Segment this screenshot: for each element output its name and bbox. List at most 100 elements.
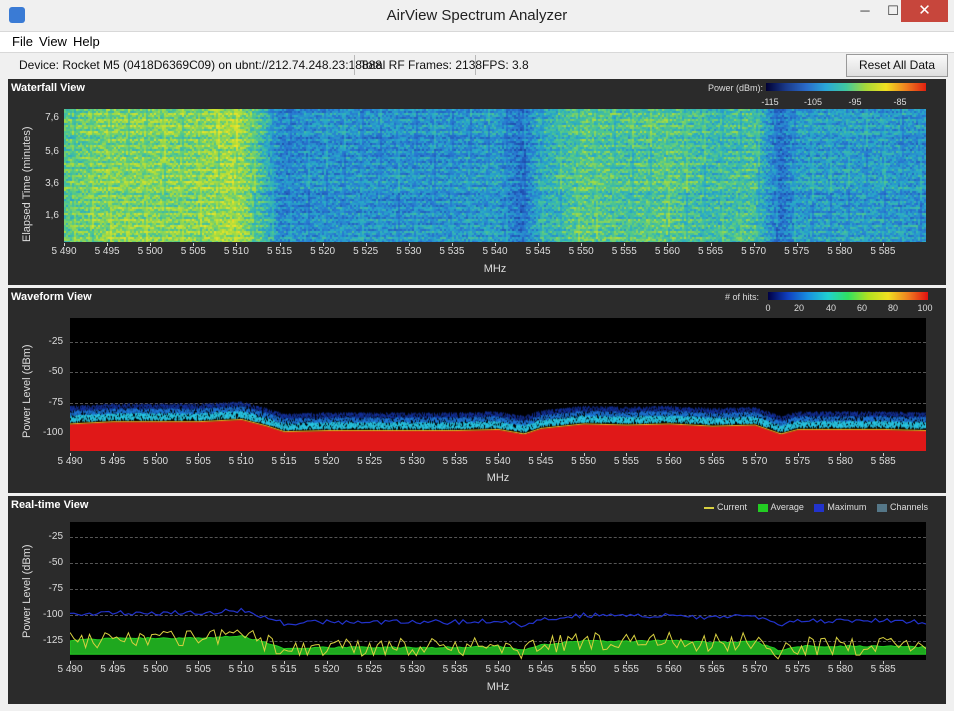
x-tick-mark [412,661,414,664]
x-tick-mark [839,243,841,246]
x-tick: 5 510 [228,456,254,467]
close-button[interactable]: ✕ [901,0,948,22]
x-tick-mark [284,661,285,664]
x-tick-mark [669,661,671,664]
x-tick-mark [882,243,884,246]
y-tick: 1,6 [45,210,59,221]
x-tick: 5 580 [827,664,853,675]
x-tick: 5 495 [100,456,126,467]
power-legend-label: Power (dBm): [708,83,764,93]
x-tick: 5 550 [571,664,597,675]
waveform-panel: Waveform View # of hits: 0 20 40 60 80 1… [8,288,946,493]
waveform-y-label: Power Level (dBm) [21,344,33,438]
y-tick: -75 [48,397,63,408]
realtime-panel: Real-time View Current Average Maximum C… [8,496,946,704]
x-tick-mark [753,243,755,246]
channels-swatch [876,503,887,512]
x-tick: 5 500 [137,246,163,257]
x-tick-mark [279,243,281,246]
x-tick: 5 545 [528,664,554,675]
device-info: Device: Rocket M5 (0418D6369C09) on ubnt… [19,58,382,72]
x-tick-mark [583,661,585,664]
x-tick: 5 555 [613,456,639,467]
x-tick: 5 575 [785,456,811,467]
status-divider [354,55,355,75]
x-tick-mark [840,453,842,456]
x-tick-mark [112,661,114,664]
legend-maximum: Maximum [827,502,867,512]
y-tick: 7,6 [45,112,59,123]
realtime-title: Real-time View [11,499,89,511]
x-tick-mark [241,661,243,664]
x-tick-mark [669,453,671,456]
waveform-plot[interactable] [70,318,926,451]
x-tick: 5 535 [442,456,468,467]
y-tick: -25 [48,531,63,542]
x-tick-mark [70,661,71,664]
x-tick: 5 490 [51,246,77,257]
realtime-traces [70,607,926,660]
y-tick: -125 [42,635,63,646]
x-tick: 5 505 [180,246,206,257]
x-tick: 5 560 [654,246,680,257]
x-tick: 5 510 [228,664,254,675]
menu-file[interactable]: File [12,34,33,49]
average-swatch [757,503,768,512]
y-tick: -100 [42,609,63,620]
hits-tick: 40 [825,303,837,313]
waveform-x-axis: 5 490 5 495 5 500 5 505 5 510 5 515 5 520 5 525… [57,453,926,468]
x-tick-mark [540,661,542,664]
x-tick-mark [710,243,712,246]
x-tick: 5 585 [870,246,896,257]
power-tick: -115 [761,97,779,107]
y-tick: -50 [48,557,63,568]
x-tick-mark [538,243,540,246]
x-tick: 5 520 [314,664,340,675]
reset-all-data-button[interactable]: Reset All Data [846,54,948,77]
x-tick: 5 490 [57,456,83,467]
x-tick-mark [883,661,885,664]
x-tick: 5 555 [613,664,639,675]
x-tick-mark [198,661,200,664]
x-tick-mark [754,453,756,456]
y-tick: -50 [48,366,63,377]
hits-tick: 80 [887,303,899,313]
x-tick-mark [883,453,885,456]
x-tick-mark [326,453,328,456]
x-tick-mark [70,453,71,456]
x-tick: 5 560 [656,456,682,467]
minimize-button[interactable]: ─ [850,0,880,22]
x-tick: 5 495 [94,246,120,257]
x-tick-mark [284,453,285,456]
power-colorbar [766,83,926,91]
y-tick: 5,6 [45,146,59,157]
x-tick: 5 530 [396,246,422,257]
x-tick-mark [155,661,157,664]
x-tick-mark [712,661,713,664]
x-tick: 5 500 [143,664,169,675]
power-tick: -95 [848,97,862,107]
power-tick: -105 [803,97,823,107]
x-tick-mark [412,453,414,456]
realtime-x-label: MHz [486,681,510,693]
waterfall-heatmap [64,109,926,242]
x-tick: 5 560 [656,664,682,675]
x-tick-mark [495,243,496,246]
waterfall-title: Waterfall View [11,82,85,94]
x-tick-mark [498,453,499,456]
x-tick: 5 570 [742,664,768,675]
x-tick-mark [540,453,542,456]
x-tick-mark [241,453,243,456]
x-tick-mark [365,243,367,246]
x-tick-mark [369,661,371,664]
rf-frames-count: Total RF Frames: 2138 [360,58,483,72]
hits-tick: 20 [793,303,805,313]
y-tick: -75 [48,583,63,594]
title-bar: AirView Spectrum Analyzer ─ ☐ ✕ [0,0,954,30]
realtime-plot[interactable] [70,522,926,660]
menu-view[interactable]: View [39,34,67,49]
hits-tick: 0 [765,303,771,313]
waveform-x-label: MHz [486,472,510,484]
waterfall-plot[interactable] [64,109,926,242]
menu-help[interactable]: Help [73,34,100,49]
